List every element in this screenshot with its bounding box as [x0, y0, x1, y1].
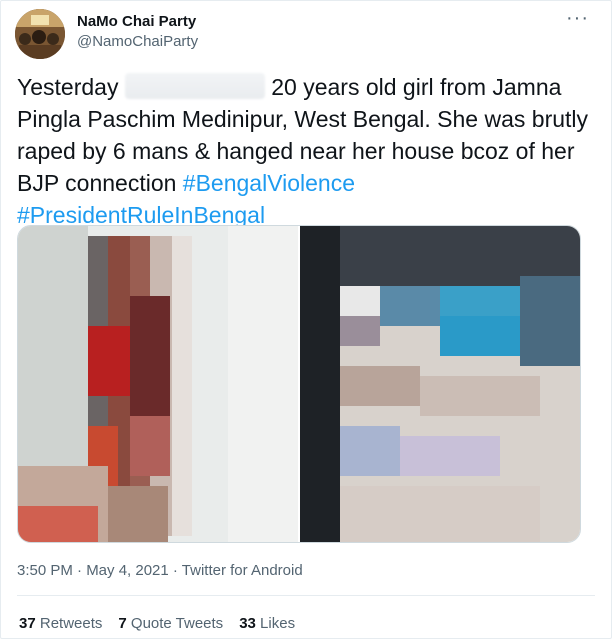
redacted-name — [124, 73, 265, 99]
tweet-media[interactable] — [17, 225, 581, 543]
tweet-timestamp[interactable]: 3:50 PM · May 4, 2021 · Twitter for Andr… — [17, 562, 303, 579]
stat-quote-tweets[interactable]: 7 Quote Tweets — [118, 615, 223, 632]
display-name[interactable]: NaMo Chai Party — [77, 13, 196, 30]
tweet-text-part1: Yesterday — [17, 74, 119, 100]
divider — [17, 595, 595, 596]
avatar[interactable] — [15, 9, 65, 59]
media-image-left[interactable] — [18, 226, 298, 542]
stat-retweets[interactable]: 37 Retweets — [19, 615, 102, 632]
tweet-stats: 37 Retweets 7 Quote Tweets 33 Likes — [19, 615, 295, 632]
stat-likes[interactable]: 33 Likes — [239, 615, 295, 632]
hashtag-link[interactable]: #BengalViolence — [183, 170, 355, 196]
tweet-text: Yesterday 20 years old girl from Jamna P… — [17, 71, 603, 231]
tweet-card: NaMo Chai Party @NamoChaiParty ··· Yeste… — [0, 0, 612, 639]
more-options-icon[interactable]: ··· — [566, 7, 589, 30]
user-handle[interactable]: @NamoChaiParty — [77, 33, 198, 50]
media-image-right[interactable] — [300, 226, 580, 542]
